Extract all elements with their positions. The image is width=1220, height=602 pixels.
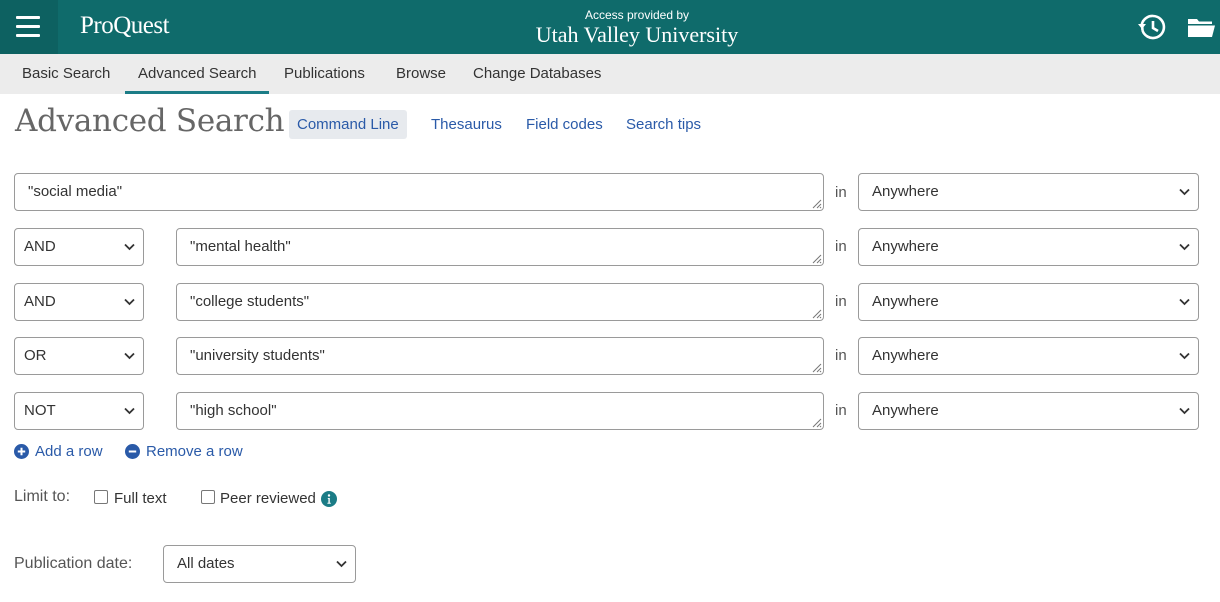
page-title: Advanced Search <box>15 103 285 139</box>
publication-date-label: Publication date: <box>14 555 133 572</box>
search-term-text: "college students" <box>190 293 310 310</box>
search-term-text: "social media" <box>28 183 123 200</box>
operator-value: AND <box>24 238 56 255</box>
nav-browse[interactable]: Browse <box>396 54 446 94</box>
chevron-down-icon <box>1179 407 1190 415</box>
search-tips-link[interactable]: Search tips <box>626 116 701 133</box>
chevron-down-icon <box>336 560 347 568</box>
search-term-input[interactable]: "college students" <box>176 283 824 321</box>
field-codes-link[interactable]: Field codes <box>526 116 603 133</box>
chevron-down-icon <box>124 243 135 251</box>
operator-value: NOT <box>24 402 56 419</box>
boolean-operator-select[interactable]: NOT <box>14 392 144 430</box>
field-select-value: Anywhere <box>872 183 939 200</box>
nav-basic-search[interactable]: Basic Search <box>22 54 110 94</box>
operator-value: OR <box>24 347 47 364</box>
chevron-down-icon <box>124 407 135 415</box>
folder-icon[interactable] <box>1186 12 1216 42</box>
institution-name: Utah Valley University <box>535 22 739 47</box>
nav-publications[interactable]: Publications <box>284 54 365 94</box>
remove-row-label: Remove a row <box>146 443 243 460</box>
chevron-down-icon <box>1179 298 1190 306</box>
resize-grip-icon[interactable] <box>810 307 822 319</box>
nav-change-databases[interactable]: Change Databases <box>473 54 601 94</box>
search-term-input[interactable]: "high school" <box>176 392 824 430</box>
command-line-button[interactable]: Command Line <box>289 110 407 139</box>
boolean-operator-select[interactable]: AND <box>14 283 144 321</box>
field-select-value: Anywhere <box>872 293 939 310</box>
chevron-down-icon <box>124 352 135 360</box>
resize-grip-icon[interactable] <box>810 252 822 264</box>
field-select[interactable]: Anywhere <box>858 283 1199 321</box>
in-label: in <box>835 347 847 364</box>
chevron-down-icon <box>124 298 135 306</box>
resize-grip-icon[interactable] <box>810 416 822 428</box>
in-label: in <box>835 238 847 255</box>
field-select-value: Anywhere <box>872 402 939 419</box>
peer-reviewed-label[interactable]: Peer reviewed <box>220 490 316 507</box>
limit-to-label: Limit to: <box>14 488 71 505</box>
publication-date-select[interactable]: All dates <box>163 545 356 583</box>
boolean-operator-select[interactable]: AND <box>14 228 144 266</box>
resize-grip-icon[interactable] <box>810 361 822 373</box>
add-row-button[interactable]: Add a row <box>14 443 103 460</box>
field-select[interactable]: Anywhere <box>858 173 1199 211</box>
in-label: in <box>835 293 847 310</box>
search-term-input[interactable]: "university students" <box>176 337 824 375</box>
full-text-label[interactable]: Full text <box>114 490 167 507</box>
field-select[interactable]: Anywhere <box>858 337 1199 375</box>
search-term-text: "university students" <box>190 347 325 364</box>
info-icon[interactable] <box>321 491 337 507</box>
plus-circle-icon <box>14 444 29 459</box>
chevron-down-icon <box>1179 188 1190 196</box>
institution-access: Access provided by Utah Valley Universit… <box>0 8 1220 48</box>
in-label: in <box>835 402 847 419</box>
main-nav: Basic Search Advanced Search Publication… <box>0 54 1220 94</box>
thesaurus-link[interactable]: Thesaurus <box>431 116 502 133</box>
field-select-value: Anywhere <box>872 347 939 364</box>
add-row-label: Add a row <box>35 443 103 460</box>
history-icon[interactable] <box>1137 12 1167 42</box>
publication-date-value: All dates <box>177 555 235 572</box>
full-text-checkbox[interactable] <box>94 490 108 504</box>
peer-reviewed-checkbox[interactable] <box>201 490 215 504</box>
search-term-input[interactable]: "mental health" <box>176 228 824 266</box>
field-select[interactable]: Anywhere <box>858 392 1199 430</box>
chevron-down-icon <box>1179 243 1190 251</box>
resize-grip-icon[interactable] <box>810 197 822 209</box>
field-select-value: Anywhere <box>872 238 939 255</box>
search-term-text: "high school" <box>190 402 277 419</box>
top-header: ProQuest Access provided by Utah Valley … <box>0 0 1220 54</box>
access-line: Access provided by <box>584 8 690 22</box>
remove-row-button[interactable]: Remove a row <box>125 443 243 460</box>
in-label: in <box>835 184 847 201</box>
nav-advanced-search[interactable]: Advanced Search <box>125 54 270 94</box>
chevron-down-icon <box>1179 352 1190 360</box>
operator-value: AND <box>24 293 56 310</box>
boolean-operator-select[interactable]: OR <box>14 337 144 375</box>
search-term-input[interactable]: "social media" <box>14 173 824 211</box>
field-select[interactable]: Anywhere <box>858 228 1199 266</box>
minus-circle-icon <box>125 444 140 459</box>
search-term-text: "mental health" <box>190 238 291 255</box>
